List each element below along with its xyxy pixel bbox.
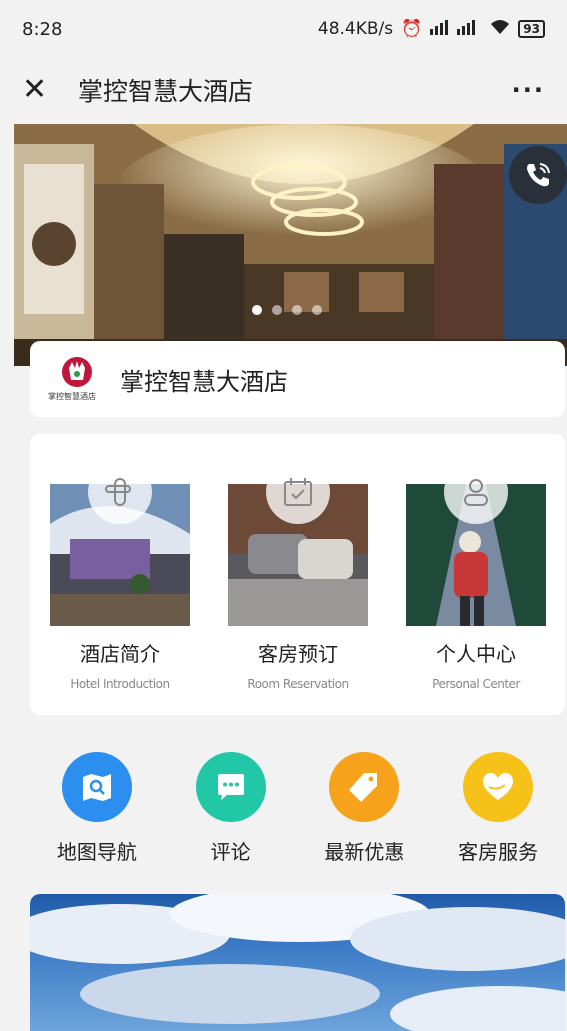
status-icons: 48.4KB/s ⏰ 93 <box>318 19 545 40</box>
feature-subtitle: Room Reservation <box>247 677 349 691</box>
alarm-icon: ⏰ <box>401 19 423 39</box>
carousel-dot[interactable] <box>252 305 262 315</box>
lobby-image <box>14 124 567 366</box>
quick-label: 地图导航 <box>56 840 137 864</box>
hotel-name: 掌控智慧大酒店 <box>120 367 288 396</box>
signal-icon <box>430 19 482 40</box>
feature-card: 酒店简介 Hotel Introduction 客房预订 Room Reserv… <box>30 434 565 715</box>
quick-label: 评论 <box>210 840 251 864</box>
hotel-info-card[interactable]: 掌控智慧酒店 掌控智慧大酒店 <box>30 341 565 417</box>
carousel-dot[interactable] <box>292 305 302 315</box>
feature-title: 客房预订 <box>258 642 338 666</box>
calendar-check-icon <box>266 460 330 524</box>
phone-call-button[interactable] <box>509 146 567 204</box>
close-icon[interactable]: ✕ <box>22 75 62 105</box>
feature-hotel-intro[interactable]: 酒店简介 Hotel Introduction <box>50 460 190 691</box>
door-handle-icon <box>88 460 152 524</box>
quick-latest-offers[interactable]: 最新优惠 <box>304 752 424 864</box>
quick-actions: 地图导航 评论 最新优惠 客房服务 <box>30 752 565 864</box>
quick-room-service[interactable]: 客房服务 <box>438 752 558 864</box>
heart-hands-icon <box>463 752 534 822</box>
network-speed: 48.4KB/s <box>317 19 394 39</box>
promo-banner[interactable] <box>30 894 565 1031</box>
wifi-icon <box>490 19 510 40</box>
feature-personal-center[interactable]: 个人中心 Personal Center <box>406 460 546 691</box>
carousel-dot[interactable] <box>312 305 322 315</box>
battery-icon: 93 <box>518 20 545 38</box>
carousel-dot[interactable] <box>272 305 282 315</box>
carousel-indicators <box>252 305 322 315</box>
feature-subtitle: Hotel Introduction <box>70 677 170 691</box>
nav-bar: ✕ 掌控智慧大酒店 ··· <box>0 58 567 122</box>
status-bar: 8:28 48.4KB/s ⏰ 93 <box>0 0 567 58</box>
sky-image <box>30 894 565 1031</box>
quick-map-navigation[interactable]: 地图导航 <box>37 752 157 864</box>
chat-bubble-icon <box>195 752 266 822</box>
quick-label: 最新优惠 <box>324 840 405 864</box>
page-title: 掌控智慧大酒店 <box>78 77 254 106</box>
status-time: 8:28 <box>22 18 63 40</box>
feature-title: 个人中心 <box>436 642 516 666</box>
feature-title: 酒店简介 <box>80 642 160 666</box>
map-search-icon <box>61 752 132 822</box>
hotel-logo: 掌控智慧酒店 <box>48 354 102 404</box>
quick-comments[interactable]: 评论 <box>171 752 291 864</box>
tag-icon <box>329 752 400 822</box>
hotel-logo-text: 掌控智慧酒店 <box>48 392 96 401</box>
person-icon <box>444 460 508 524</box>
quick-label: 客房服务 <box>458 840 539 864</box>
banner-carousel[interactable] <box>14 124 567 366</box>
more-icon[interactable]: ··· <box>512 76 545 104</box>
feature-room-reservation[interactable]: 客房预订 Room Reservation <box>228 460 368 691</box>
feature-subtitle: Personal Center <box>432 677 520 691</box>
phone-icon <box>527 163 550 187</box>
